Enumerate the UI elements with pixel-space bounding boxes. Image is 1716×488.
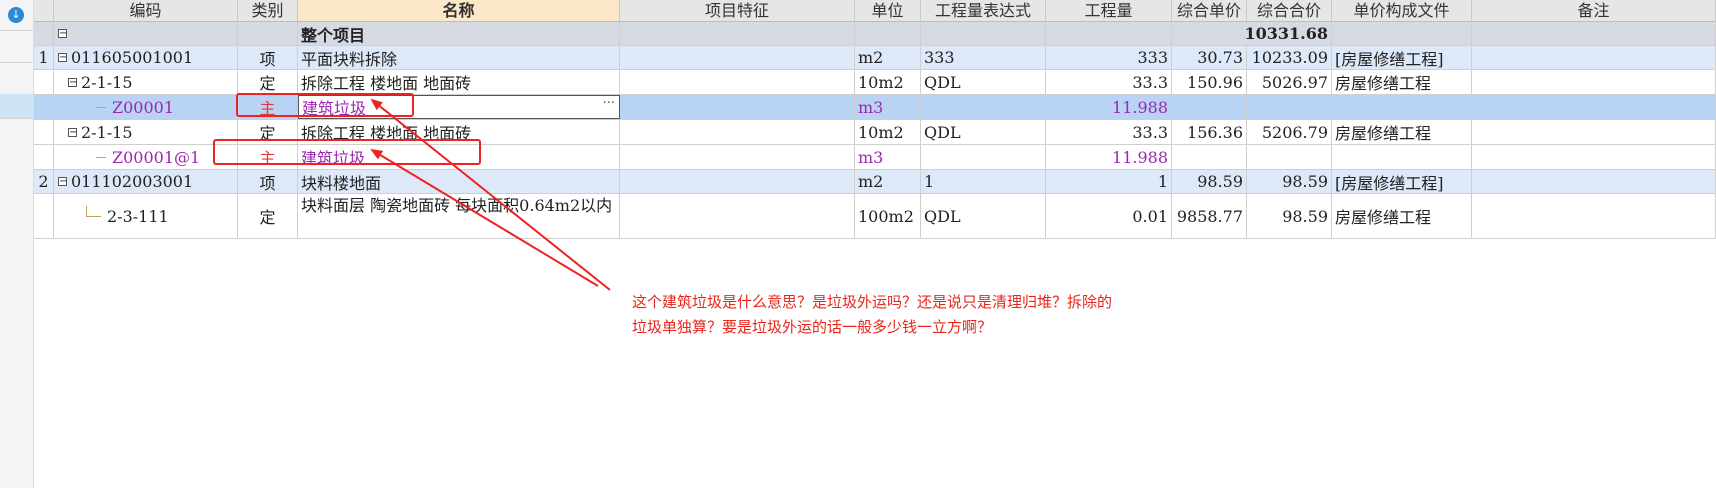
annotation-arrow [370, 98, 611, 291]
highlight-box [213, 139, 481, 165]
annotation-overlay [370, 98, 611, 291]
highlight-box [236, 93, 414, 117]
annotation-arrow [370, 148, 599, 287]
